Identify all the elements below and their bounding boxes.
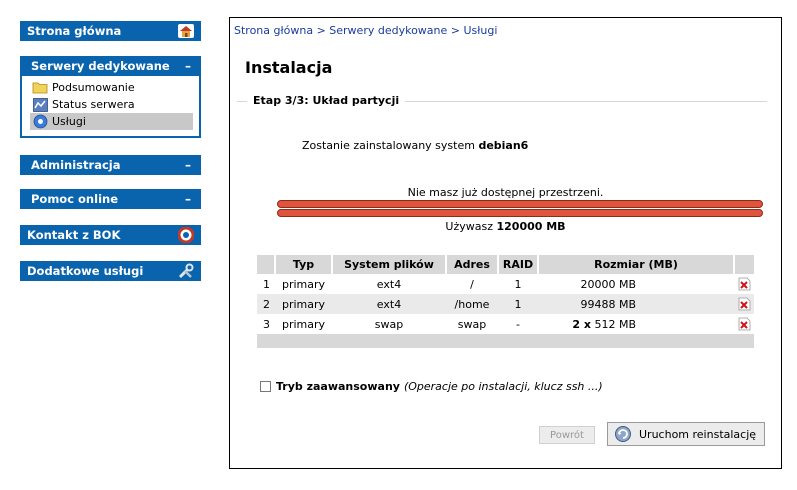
main-panel: Strona główna > Serwery dedykowane > Usł… [229,17,782,469]
folder-icon [32,81,48,95]
page-title: Instalacja [245,58,333,77]
breadcrumb-services[interactable]: Usługi [464,24,498,37]
sidebar-admin-header[interactable]: Administracja – [20,155,201,175]
breadcrumb-separator: > [316,24,326,37]
delete-icon[interactable] [738,297,751,311]
advanced-label[interactable]: Tryb zaawansowany [276,380,400,393]
row-type: primary [281,317,326,331]
row-fs: ext4 [376,277,402,291]
sidebar-home-label: Strona główna [27,24,122,38]
usage-value: 120000 MB [496,220,566,233]
row-fs: swap [374,317,404,331]
column-header: Adres [446,255,499,274]
advanced-checkbox[interactable] [260,381,271,392]
reinstall-icon [614,425,632,443]
breadcrumb-dedicated[interactable]: Serwery dedykowane [329,24,447,37]
sidebar-contact-label: Kontakt z BOK [27,228,121,242]
advanced-hint: (Operacje po instalacji, klucz ssh ...) [403,380,603,393]
table-row: 1 primary ext4 / 1 20000 MB [257,274,754,294]
sidebar-item-label: Podsumowanie [52,81,135,94]
usage-prefix: Używasz [445,220,493,233]
sidebar-extra-header[interactable]: Dodatkowe usługi [20,261,201,281]
no-space-message: Nie masz już dostępnej przestrzeni. [407,186,604,199]
row-raid: 1 [498,294,538,314]
delete-icon[interactable] [738,317,751,331]
row-raid: - [516,317,520,331]
row-number: 3 [263,317,270,331]
install-prefix: Zostanie zainstalowany system [302,139,475,152]
sidebar-contact-header[interactable]: Kontakt z BOK [20,225,201,245]
row-size: 20000 MB [538,274,734,294]
sidebar-dedicated-panel: Podsumowanie Status serwera Usługi [20,76,201,138]
breadcrumb: Strona główna > Serwery dedykowane > Usł… [234,24,497,37]
sidebar-contact[interactable]: Kontakt z BOK [20,225,201,245]
row-number: 1 [263,277,270,291]
collapse-icon[interactable]: – [185,158,191,172]
install-os: debian6 [478,139,529,152]
advanced-mode: Tryb zaawansowany (Operacje po instalacj… [260,380,603,393]
sidebar-item-label: Usługi [52,115,86,128]
collapse-icon[interactable]: – [185,192,191,206]
services-icon [32,114,48,129]
row-size-multiplier: 2 x [572,317,591,331]
sidebar-dedicated-label: Serwery dedykowane [31,59,170,73]
usage-bar [277,209,763,217]
row-fs: ext4 [332,294,446,314]
sidebar-item-summary[interactable]: Podsumowanie [30,79,193,96]
row-size: 2 x 512 MB [538,314,734,334]
column-header: Typ [275,255,333,274]
breadcrumb-separator: > [450,24,460,37]
row-mount: swap [457,317,487,331]
sidebar-dedicated-header[interactable]: Serwery dedykowane – [20,56,201,76]
row-size-value: 512 MB [594,317,636,331]
row-type: primary [275,294,332,314]
column-header: RAID [498,255,539,274]
table-header-row: Typ System plików Adres RAID Rozmiar (MB… [257,255,754,274]
table-row: 3 primary swap swap - 2 x 512 MB [257,314,754,334]
delete-icon[interactable] [738,277,751,291]
sidebar-help-header[interactable]: Pomoc online – [20,189,201,209]
sidebar-home-header[interactable]: Strona główna [20,21,201,41]
sidebar-item-services[interactable]: Usługi [30,113,193,130]
table-footer [257,334,754,348]
sidebar-extra-label: Dodatkowe usługi [27,264,144,278]
sidebar-dedicated: Serwery dedykowane – Podsumowanie Status… [20,56,201,138]
step-legend: Etap 3/3: Układ partycji [247,94,406,107]
row-size: 99488 MB [538,294,734,314]
row-raid: 1 [514,277,522,291]
sidebar-item-status[interactable]: Status serwera [30,96,193,113]
row-type: primary [281,277,326,291]
partition-table: Typ System plików Adres RAID Rozmiar (MB… [257,255,754,348]
reinstall-button[interactable]: Uruchom reinstalację [607,422,765,446]
install-info: Zostanie zainstalowany system debian6 [302,139,528,152]
sidebar-admin-label: Administracja [31,158,121,172]
row-mount: /home [446,294,498,314]
row-size-value: 99488 MB [580,297,636,311]
sidebar-help-label: Pomoc online [31,192,118,206]
sidebar-admin[interactable]: Administracja – [20,155,201,175]
usage-info: Używasz 120000 MB [230,220,781,233]
sidebar-item-label: Status serwera [52,98,135,111]
tools-icon [177,263,195,279]
back-button[interactable]: Powrót [539,426,595,444]
row-mount: / [470,277,474,291]
sidebar-home[interactable]: Strona główna [20,21,201,41]
lifebuoy-icon [177,227,195,243]
column-header: Rozmiar (MB) [538,255,735,274]
reinstall-label: Uruchom reinstalację [639,427,757,441]
status-icon [32,97,48,112]
sidebar-extra[interactable]: Dodatkowe usługi [20,261,201,281]
row-number: 2 [257,294,275,314]
sidebar-help[interactable]: Pomoc online – [20,189,201,209]
row-size-value: 20000 MB [580,277,636,291]
column-header: System plików [332,255,447,274]
table-row: 2 primary ext4 /home 1 99488 MB [257,294,754,314]
home-icon [177,23,195,39]
usage-bar [277,200,763,208]
breadcrumb-home[interactable]: Strona główna [234,24,313,37]
collapse-icon[interactable]: – [185,59,191,73]
